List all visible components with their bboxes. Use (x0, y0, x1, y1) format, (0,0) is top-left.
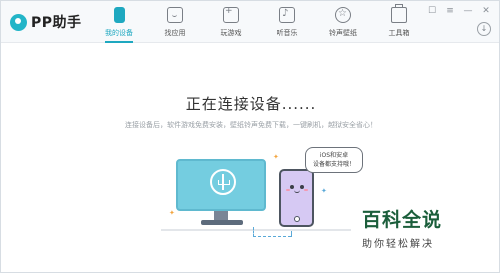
main-nav: 我的设备 找应用 玩游戏 听音乐 铃声壁纸 工具箱 (91, 1, 427, 43)
nav-label: 我的设备 (105, 29, 133, 37)
nav-label: 听音乐 (276, 29, 298, 37)
connecting-subtitle: 连接设备后，软件游戏免费安装，壁纸铃声免费下载，一键刷机，越狱安全省心！ (125, 121, 377, 129)
phone-blush (286, 189, 290, 191)
skin-button[interactable]: ☐ (425, 5, 439, 17)
pp-logo-icon (10, 13, 27, 31)
logo: PP助手 (10, 12, 82, 32)
phone-blush (304, 189, 308, 191)
nav-item-toolbox[interactable]: 工具箱 (371, 1, 427, 43)
games-icon (223, 6, 239, 23)
phone-home-button (294, 216, 300, 222)
bubble-line-1: iOS和安卓 (319, 152, 349, 159)
phone-illustration (279, 169, 314, 227)
app-window: PP助手 我的设备 找应用 玩游戏 听音乐 铃声壁纸 (0, 0, 500, 273)
device-icon (113, 7, 125, 23)
connecting-title: 正在连接设备...... (185, 95, 317, 113)
minimize-button[interactable]: — (461, 5, 475, 17)
phone-face (286, 183, 308, 195)
computer-monitor (176, 159, 266, 211)
bubble-line-2: 设备都支持哦！ (312, 161, 355, 168)
watermark: 百科全说 助你轻松解决 (362, 205, 492, 250)
usb-cable-end (291, 231, 292, 237)
speech-bubble: iOS和安卓 设备都支持哦！ (305, 147, 363, 173)
nav-item-music[interactable]: 听音乐 (259, 1, 315, 43)
apps-icon (167, 7, 183, 23)
nav-item-games[interactable]: 玩游戏 (203, 1, 259, 43)
nav-item-ringtone-wallpaper[interactable]: 铃声壁纸 (315, 1, 371, 43)
sparkle-icon: ✦ (321, 187, 327, 195)
nav-label: 工具箱 (388, 29, 410, 37)
watermark-subtitle: 助你轻松解决 (362, 239, 434, 250)
monitor-base (201, 220, 243, 225)
sparkle-icon: ✦ (273, 153, 279, 161)
connect-illustration: iOS和安卓 设备都支持哦！ ✦ ✦ ✦ (161, 147, 371, 247)
watermark-title: 百科全说 (362, 209, 443, 231)
nav-item-find-apps[interactable]: 找应用 (147, 1, 203, 43)
logo-text: PP助手 (31, 15, 82, 31)
usb-cable (253, 227, 291, 237)
phone-mouth (294, 190, 300, 193)
phone-eye (290, 185, 294, 189)
close-button[interactable]: ✕ (479, 5, 493, 17)
download-manager-button[interactable]: ↓ (477, 22, 491, 36)
ringtone-wallpaper-icon (335, 7, 351, 23)
nav-label: 玩游戏 (220, 29, 242, 37)
nav-label: 找应用 (164, 29, 186, 37)
nav-item-my-device[interactable]: 我的设备 (91, 1, 147, 43)
window-controls: ☐ ≡ — ✕ (421, 5, 493, 17)
top-bar: PP助手 我的设备 找应用 玩游戏 听音乐 铃声壁纸 (1, 1, 499, 43)
nav-label: 铃声壁纸 (329, 29, 357, 37)
music-icon (279, 7, 295, 23)
menu-button[interactable]: ≡ (443, 5, 457, 17)
toolbox-icon (391, 4, 407, 23)
sparkle-icon: ✦ (169, 209, 175, 217)
usb-icon (210, 169, 236, 195)
